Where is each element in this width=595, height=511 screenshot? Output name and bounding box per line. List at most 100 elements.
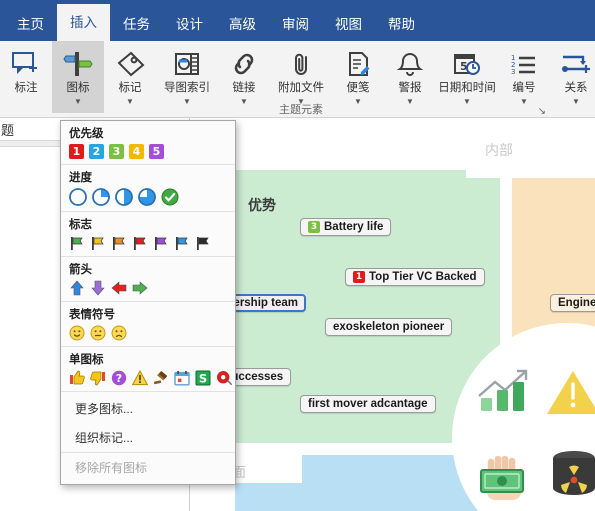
topic-label: Battery life	[324, 221, 384, 233]
icon-section-title: 标志	[69, 219, 92, 231]
ribbon-button-警报[interactable]: 警报 ▼	[384, 41, 436, 113]
ribbon-button-日期和时间[interactable]: 5 日期和时间 ▼	[436, 41, 498, 113]
priority-badge: 1	[69, 144, 84, 159]
map-index-icon	[172, 46, 202, 82]
icon-section-title: 优先级	[69, 128, 104, 140]
topic-label: first mover adcantage	[308, 398, 428, 410]
icons-dropdown-menu[interactable]: 优先级 1 2 3 4 5 进度 标志 箭头 表情符号 单图标? S 更多图标... 组织标记... 移除…	[60, 120, 236, 485]
menu-alarm-bell-icon[interactable]	[216, 370, 232, 386]
alert-bell-icon	[395, 46, 425, 82]
menu-progress-0-icon[interactable]	[69, 188, 87, 206]
ribbon-group-2: 关系 ▼	[550, 41, 595, 118]
menu-dollar-icon[interactable]: S	[195, 370, 211, 386]
ribbon-button-关系[interactable]: 关系 ▼	[550, 41, 595, 113]
chevron-down-icon[interactable]: ▼	[354, 97, 362, 106]
svg-text:3: 3	[511, 68, 515, 76]
ribbon-button-便笺[interactable]: 便笺 ▼	[332, 41, 384, 113]
menu-flag-orange-icon[interactable]	[111, 235, 127, 251]
ribbon-tab-6[interactable]: 视图	[322, 8, 375, 41]
menu-priority-1-icon[interactable]: 1	[69, 144, 84, 159]
menu-thumbs-down-icon[interactable]	[90, 370, 106, 386]
ribbon-button-编号[interactable]: 1 2 3 编号 ▼	[498, 41, 550, 113]
ribbon-button-标注[interactable]: 标注	[0, 41, 52, 113]
menu-question-mark-icon[interactable]: ?	[111, 370, 127, 386]
menu-smiley-sad-icon[interactable]	[111, 325, 127, 341]
ribbon-button-label: 导图索引	[164, 82, 210, 94]
ribbon-button-链接[interactable]: 链接 ▼	[218, 41, 270, 113]
menu-progress-100-icon[interactable]	[161, 188, 179, 206]
menu-arrow-up-blue-icon[interactable]	[69, 280, 85, 296]
numbering-icon: 123	[509, 46, 539, 82]
icon-section-row: 12345	[69, 144, 227, 159]
ribbon-button-label: 日期和时间	[438, 82, 496, 94]
menu-arrow-right-green-icon[interactable]	[132, 280, 148, 296]
map-canvas[interactable]: 内部正面 优势 3Battery life1Top Tier VC Backed…	[190, 118, 595, 511]
topic-priority-badge: 3	[308, 221, 320, 233]
menu-progress-75-icon[interactable]	[138, 188, 156, 206]
menu-item-0[interactable]: 更多图标...	[61, 394, 235, 423]
menu-flag-green-icon[interactable]	[69, 235, 85, 251]
menu-priority-2-icon[interactable]: 2	[89, 144, 104, 159]
chevron-down-icon[interactable]: ▼	[406, 97, 414, 106]
chevron-down-icon[interactable]: ▼	[463, 97, 471, 106]
chevron-down-icon[interactable]: ▼	[572, 97, 580, 106]
topic-shape-1[interactable]: 1 Top Tier VC Backed	[345, 268, 485, 286]
axis-label-0: 内部	[485, 142, 513, 158]
menu-smiley-happy-icon[interactable]	[69, 325, 85, 341]
icon-palette-sections: 优先级 1 2 3 4 5 进度 标志 箭头 表情符号 单图标? S	[61, 121, 235, 391]
warning-triangle-icon	[545, 368, 595, 423]
menu-flag-yellow-icon[interactable]	[90, 235, 106, 251]
menu-priority-3-icon[interactable]: 3	[109, 144, 124, 159]
ribbon-button-导图索引[interactable]: 导图索引 ▼	[156, 41, 218, 113]
menu-arrow-left-red-icon[interactable]	[111, 280, 127, 296]
topic-shape-5[interactable]: first mover adcantage	[300, 395, 436, 413]
menu-progress-50-icon[interactable]	[115, 188, 133, 206]
ribbon-tab-0[interactable]: 主页	[4, 8, 57, 41]
chevron-down-icon[interactable]: ▼	[520, 97, 528, 106]
priority-badge: 5	[149, 144, 164, 159]
icon-section-row: ? S	[69, 370, 232, 386]
ribbon-button-图标[interactable]: 图标 ▼	[52, 41, 104, 113]
menu-smiley-neutral-icon[interactable]	[90, 325, 106, 341]
icon-section-smileys: 表情符号	[61, 301, 235, 346]
chevron-down-icon[interactable]: ▼	[74, 97, 82, 106]
ribbon-tab-1[interactable]: 插入	[57, 4, 110, 41]
icon-section-row	[69, 235, 227, 251]
ribbon-tab-4[interactable]: 高级	[216, 8, 269, 41]
menu-arrow-down-purple-icon[interactable]	[90, 280, 106, 296]
menu-priority-5-icon[interactable]: 5	[149, 144, 164, 159]
ribbon-button-label: 便笺	[346, 82, 370, 94]
ribbon-tab-5[interactable]: 审阅	[269, 8, 322, 41]
topic-shape-0[interactable]: 3 Battery life	[300, 218, 392, 236]
topic-shape-3[interactable]: exoskeleton pioneer	[325, 318, 453, 336]
menu-flag-purple-icon[interactable]	[153, 235, 169, 251]
menu-thumbs-up-icon[interactable]	[69, 370, 85, 386]
svg-text:?: ?	[116, 372, 122, 385]
ribbon-group-label: 主题元素	[279, 104, 323, 116]
icon-section-arrows: 箭头	[61, 256, 235, 301]
icon-section-title: 表情符号	[69, 309, 115, 321]
menu-flag-blue-icon[interactable]	[174, 235, 190, 251]
application-window: 主页 插入 任务 设计 高级 审阅 视图 帮助 标注 图标 ▼ 标记 ▼ 导图索引 ▼ 链接 ▼ 附加文件 ▼ 便笺…	[0, 0, 595, 511]
chevron-down-icon[interactable]: ▼	[240, 97, 248, 106]
menu-item-1[interactable]: 组织标记...	[61, 423, 235, 452]
chevron-down-icon[interactable]: ▼	[183, 97, 191, 106]
menu-warning-icon[interactable]	[132, 370, 148, 386]
ribbon-tab-3[interactable]: 设计	[163, 8, 216, 41]
menu-flag-black-icon[interactable]	[195, 235, 211, 251]
ribbon-button-标记[interactable]: 标记 ▼	[104, 41, 156, 113]
icon-section-title: 进度	[69, 172, 92, 184]
menu-progress-25-icon[interactable]	[92, 188, 110, 206]
ribbon-tab-7[interactable]: 帮助	[375, 8, 428, 41]
menu-gavel-icon[interactable]	[153, 370, 169, 386]
dialog-launcher-icon[interactable]: ↘	[538, 106, 546, 117]
money-in-hand-icon	[475, 448, 535, 507]
ribbon-tab-2[interactable]: 任务	[110, 8, 163, 41]
ribbon-button-label: 图标	[66, 82, 90, 94]
menu-calendar-icon[interactable]	[174, 370, 190, 386]
chevron-down-icon[interactable]: ▼	[126, 97, 134, 106]
hazard-barrel-icon	[548, 446, 595, 505]
menu-priority-4-icon[interactable]: 4	[129, 144, 144, 159]
menu-flag-red-icon[interactable]	[132, 235, 148, 251]
topic-shape-6[interactable]: Enginee	[550, 294, 595, 312]
